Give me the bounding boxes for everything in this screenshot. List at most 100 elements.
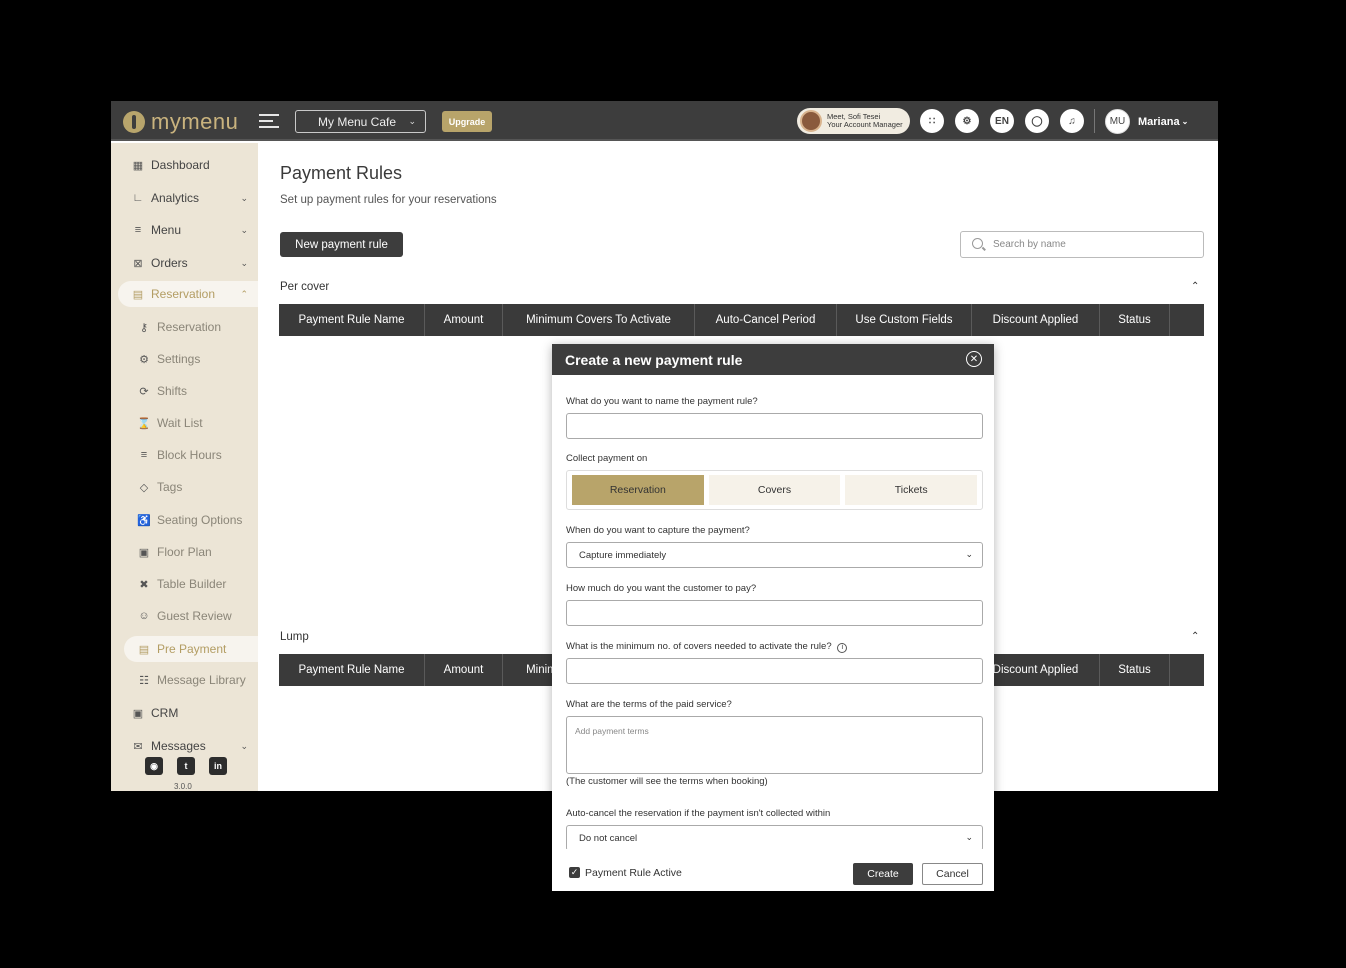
- chevron-up-icon[interactable]: ⌃: [1191, 281, 1199, 292]
- sidebar-item-label: Tags: [157, 480, 183, 494]
- apps-grid-icon[interactable]: ∷: [920, 109, 944, 133]
- chevron-up-icon[interactable]: ⌃: [1191, 631, 1199, 642]
- sidebar-subitem-shifts[interactable]: ⟳ Shifts: [111, 378, 258, 404]
- sidebar-subitem-block-hours[interactable]: ≡ Block Hours: [111, 442, 258, 468]
- gear-icon[interactable]: ⚙: [955, 109, 979, 133]
- per-cover-table-header: Payment Rule Name Amount Minimum Covers …: [279, 304, 1204, 336]
- create-button[interactable]: Create: [853, 863, 913, 885]
- autocancel-select[interactable]: Do not cancel ⌄: [566, 825, 983, 851]
- column-header[interactable]: Auto-Cancel Period: [695, 304, 837, 336]
- shifts-icon: ⟳: [139, 385, 149, 398]
- column-header[interactable]: Payment Rule Name: [279, 304, 425, 336]
- sidebar-item-label: Block Hours: [157, 448, 222, 462]
- chevron-down-icon: ⌄: [965, 549, 973, 559]
- new-payment-rule-button[interactable]: New payment rule: [280, 232, 403, 257]
- sidebar-item-label: Shifts: [157, 384, 188, 398]
- capture-select[interactable]: Capture immediately ⌄: [566, 542, 983, 568]
- column-header-actions: [1170, 654, 1204, 686]
- sidebar-subitem-reservation[interactable]: ⚷ Reservation: [111, 314, 258, 340]
- manager-role: Your Account Manager: [827, 120, 903, 129]
- logo[interactable]: mymenu: [123, 109, 238, 135]
- close-icon[interactable]: ✕: [966, 351, 982, 367]
- twitter-icon[interactable]: t: [177, 757, 195, 775]
- cancel-button[interactable]: Cancel: [922, 863, 983, 885]
- column-header[interactable]: Discount Applied: [972, 304, 1100, 336]
- seating-icon: ♿: [137, 514, 151, 527]
- gear-icon: ⚙: [139, 353, 149, 366]
- segment-covers[interactable]: Covers: [708, 475, 841, 505]
- cutlery-icon: ⚷: [139, 321, 149, 334]
- section-lump-title: Lump: [280, 631, 309, 643]
- sidebar-item-crm[interactable]: ▣ CRM: [111, 700, 258, 726]
- sidebar-subitem-message-library[interactable]: ☷ Message Library: [111, 667, 258, 693]
- sidebar-item-label: Table Builder: [157, 577, 227, 591]
- active-checkbox[interactable]: ✓: [569, 867, 580, 878]
- language-button[interactable]: EN: [990, 109, 1014, 133]
- crm-icon: ▣: [132, 707, 144, 720]
- instagram-icon[interactable]: ◉: [145, 757, 163, 775]
- orders-icon: ⊠: [133, 257, 143, 270]
- column-header-actions: [1170, 304, 1204, 336]
- segment-tickets[interactable]: Tickets: [845, 475, 978, 505]
- sidebar-item-label: Messages: [151, 739, 206, 753]
- capture-label: When do you want to capture the payment?: [566, 525, 750, 536]
- sidebar-subitem-wait-list[interactable]: ⌛ Wait List: [111, 410, 258, 436]
- column-header[interactable]: Amount: [425, 654, 503, 686]
- min-covers-label: What is the minimum no. of covers needed…: [566, 641, 848, 653]
- sidebar-subitem-guest-review[interactable]: ☺ Guest Review: [111, 603, 258, 629]
- column-header[interactable]: Payment Rule Name: [279, 654, 425, 686]
- column-header[interactable]: Minimum Covers To Activate: [503, 304, 695, 336]
- pre-payment-icon: ▤: [138, 643, 150, 656]
- terms-textarea[interactable]: Add payment terms: [566, 716, 983, 774]
- sidebar-item-menu[interactable]: ≡ Menu ⌄: [111, 217, 258, 243]
- block-hours-icon: ≡: [140, 449, 148, 461]
- sidebar-item-label: Reservation: [157, 320, 222, 334]
- hourglass-icon: ⌛: [137, 417, 151, 430]
- sidebar-item-orders[interactable]: ⊠ Orders ⌄: [111, 250, 258, 276]
- linkedin-icon[interactable]: in: [209, 757, 227, 775]
- chevron-down-icon: ⌄: [240, 257, 248, 268]
- chevron-down-icon: ⌄: [240, 224, 248, 235]
- segment-reservation[interactable]: Reservation: [572, 475, 704, 505]
- autocancel-select-value: Do not cancel: [579, 832, 638, 844]
- column-header[interactable]: Use Custom Fields: [837, 304, 972, 336]
- section-per-cover-title: Per cover: [280, 281, 330, 293]
- column-header[interactable]: Status: [1100, 304, 1170, 336]
- search-input[interactable]: Search by name: [960, 231, 1204, 258]
- sidebar-item-label: Settings: [157, 352, 201, 366]
- sidebar-item-dashboard[interactable]: ▦ Dashboard: [111, 152, 258, 178]
- sidebar-subitem-pre-payment[interactable]: ▤ Pre Payment: [124, 636, 258, 662]
- info-icon[interactable]: i: [837, 643, 848, 653]
- social-links: ◉ t in: [145, 757, 227, 775]
- sidebar-item-label: Reservation: [151, 287, 216, 301]
- message-library-icon: ☷: [139, 674, 149, 687]
- cafe-select[interactable]: My Menu Cafe ⌄: [295, 110, 426, 133]
- chevron-down-icon: ⌄: [240, 740, 248, 751]
- min-covers-input[interactable]: [566, 658, 983, 684]
- sidebar-subitem-settings[interactable]: ⚙ Settings: [111, 346, 258, 372]
- user-menu[interactable]: MU Mariana ⌄: [1105, 109, 1188, 134]
- min-covers-label-text: What is the minimum no. of covers needed…: [566, 641, 832, 652]
- sidebar-item-analytics[interactable]: ∟ Analytics ⌄: [111, 185, 258, 211]
- bell-icon[interactable]: ♫: [1060, 109, 1084, 133]
- sidebar-subitem-tags[interactable]: ◇ Tags: [111, 474, 258, 500]
- sidebar-subitem-seating-options[interactable]: ♿ Seating Options: [111, 507, 258, 533]
- sidebar-subitem-table-builder[interactable]: ✖ Table Builder: [111, 571, 258, 597]
- terms-note: (The customer will see the terms when bo…: [566, 776, 768, 787]
- manager-avatar: [800, 110, 822, 132]
- logo-icon: [123, 111, 145, 133]
- support-headset-icon[interactable]: ◯: [1025, 109, 1049, 133]
- reservation-icon: ▤: [132, 288, 144, 301]
- amount-input[interactable]: [566, 600, 983, 626]
- column-header[interactable]: Amount: [425, 304, 503, 336]
- table-builder-icon: ✖: [139, 578, 149, 591]
- sidebar-item-messages[interactable]: ✉ Messages ⌄: [111, 733, 258, 759]
- column-header[interactable]: Status: [1100, 654, 1170, 686]
- hamburger-icon[interactable]: [259, 114, 279, 128]
- sidebar-item-reservation[interactable]: ▤ Reservation ⌃: [118, 281, 258, 307]
- rule-name-input[interactable]: [566, 413, 983, 439]
- upgrade-button[interactable]: Upgrade: [442, 111, 492, 132]
- account-manager-badge[interactable]: Meet, Sofi Tesei Your Account Manager: [797, 108, 910, 134]
- collect-label: Collect payment on: [566, 453, 648, 464]
- sidebar-subitem-floor-plan[interactable]: ▣ Floor Plan: [111, 539, 258, 565]
